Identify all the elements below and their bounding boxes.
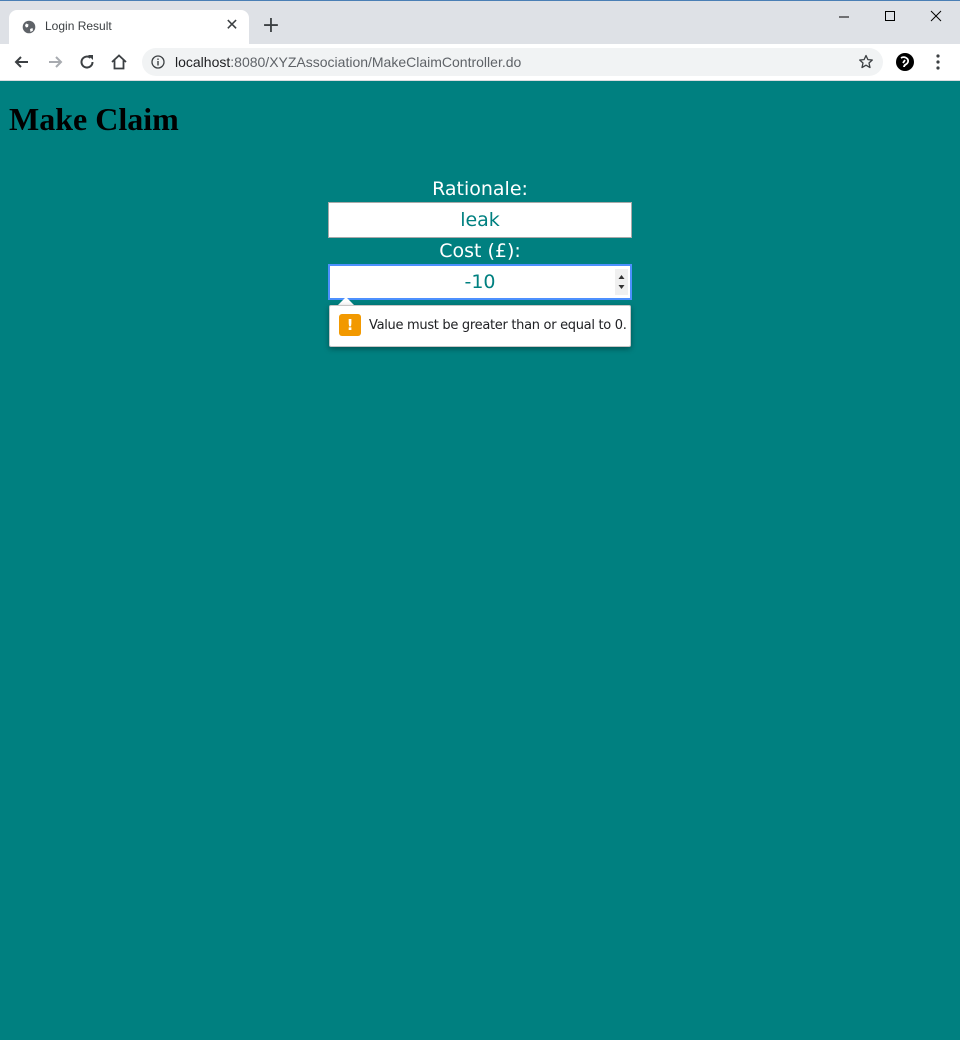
profile-avatar-icon[interactable]	[895, 52, 915, 72]
back-arrow-icon[interactable]	[12, 52, 32, 72]
warning-icon: !	[339, 314, 361, 336]
rationale-label: Rationale:	[432, 178, 528, 200]
globe-icon	[22, 20, 36, 34]
page-title: Make Claim	[9, 101, 179, 137]
url-text: localhost:8080/XYZAssociation/MakeClaimC…	[175, 54, 522, 70]
number-spinner-icon[interactable]	[615, 269, 628, 295]
browser-tab[interactable]: Login Result ✕	[9, 10, 249, 45]
maximize-icon[interactable]	[867, 7, 913, 27]
bookmark-star-icon[interactable]	[858, 54, 874, 70]
home-icon[interactable]	[109, 52, 129, 72]
forward-arrow-icon[interactable]	[45, 52, 65, 72]
info-icon[interactable]	[151, 55, 165, 69]
minimize-icon[interactable]	[821, 7, 867, 27]
browser-toolbar: localhost:8080/XYZAssociation/MakeClaimC…	[0, 44, 960, 81]
cost-input[interactable]: -10	[328, 264, 632, 300]
close-window-icon[interactable]	[913, 7, 959, 27]
tab-title: Login Result	[45, 19, 112, 33]
cost-label: Cost (£):	[439, 240, 521, 262]
more-menu-icon[interactable]	[928, 52, 948, 72]
browser-chrome: Login Result ✕ + localhost:8080/XYZAssoc…	[0, 0, 960, 81]
new-tab-button[interactable]: +	[261, 15, 281, 37]
cost-value: -10	[464, 271, 496, 293]
rationale-input[interactable]: leak	[328, 202, 632, 238]
address-bar[interactable]: localhost:8080/XYZAssociation/MakeClaimC…	[142, 48, 883, 76]
close-tab-icon[interactable]: ✕	[225, 17, 239, 33]
claim-form: Rationale: leak Cost (£): -10	[328, 176, 632, 300]
validation-bubble: ! Value must be greater than or equal to…	[329, 305, 631, 347]
reload-icon[interactable]	[77, 52, 97, 72]
validation-message: Value must be greater than or equal to 0…	[369, 318, 627, 333]
